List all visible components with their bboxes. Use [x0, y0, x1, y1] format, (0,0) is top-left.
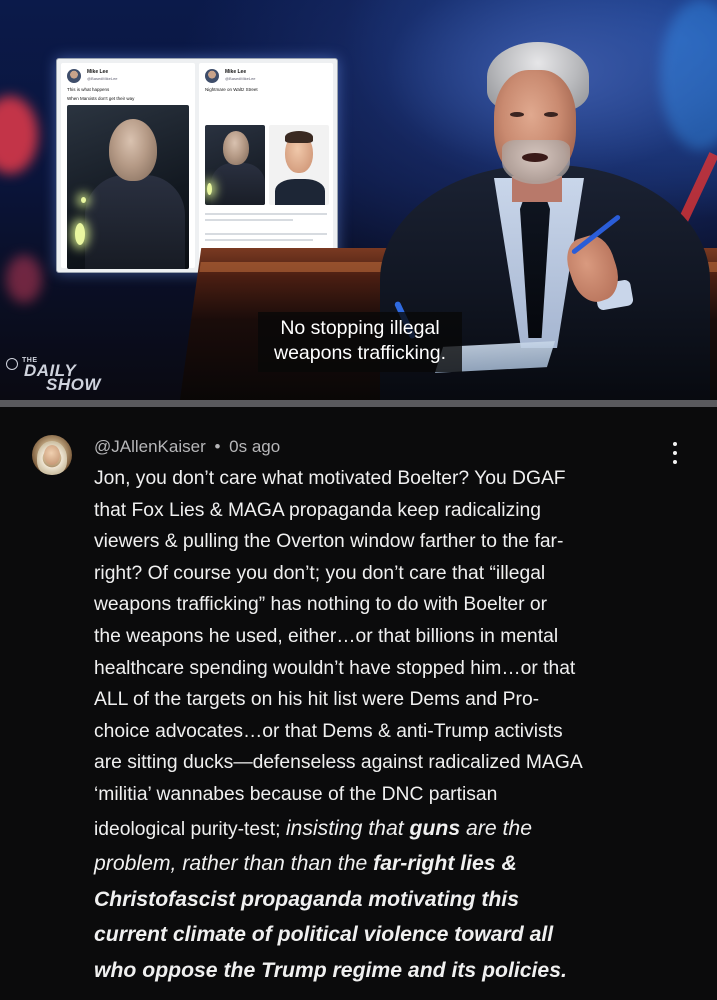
comment-line: ‘militia’ wannabes because of the DNC pa…: [94, 783, 498, 805]
comment-line: right? Of course you don’t; you don’t ca…: [94, 562, 546, 584]
tweet-photo: [269, 125, 329, 205]
comment-text-italic: problem, rather than than the far-right …: [94, 852, 517, 875]
tweet-graphic: Mike Lee @BasedMikeLee This is what happ…: [56, 58, 338, 273]
tweet-text: When Marxists don't get their way: [67, 96, 135, 101]
comment-text-bold-italic: Christofascist propaganda motivating thi…: [94, 887, 519, 911]
tweet-text: This is what happens: [67, 87, 110, 92]
comment-line: Christofascist propaganda motivating thi…: [94, 882, 694, 918]
comment-text-bold-italic: who oppose the Trump regime and its poli…: [94, 958, 567, 982]
tweet-author: Mike Lee: [225, 69, 247, 75]
logo-show: SHOW: [46, 375, 101, 394]
comment-line: that Fox Lies & MAGA propaganda keep rad…: [94, 499, 541, 521]
comment-line: weapons trafficking” has nothing to do w…: [94, 594, 548, 616]
comment-text-plain: ideological purity-test;: [94, 818, 281, 840]
comment-meta: @JAllenKaiser • 0s ago: [94, 435, 280, 459]
comment-line: Jon, you don’t care what motivated Boelt…: [94, 468, 566, 489]
comment-line: ALL of the targets on his hit list were …: [94, 689, 540, 711]
avatar[interactable]: [32, 435, 72, 475]
meta-separator: •: [214, 437, 221, 456]
background-light: [660, 0, 717, 150]
background-light: [6, 255, 42, 303]
tweet-avatar: [205, 69, 219, 83]
comment-line: are sitting ducks—defenseless against ra…: [94, 752, 583, 774]
italic-fragment: insisting that: [285, 816, 404, 840]
video-caption: No stopping illegal weapons trafficking.: [258, 312, 462, 372]
tweet-avatar: [67, 69, 81, 83]
host-eye: [510, 112, 524, 117]
comment-line: current climate of political violence to…: [94, 917, 694, 953]
tweet-author: Mike Lee: [87, 69, 109, 75]
comment: @JAllenKaiser • 0s ago Jon, you don’t ca…: [0, 407, 717, 1000]
comment-line: the weapons he used, either…or that bill…: [94, 625, 559, 647]
comment-line: choice advocates…or that Dems & anti-Tru…: [94, 720, 563, 742]
tweet-handle: @BasedMikeLee: [87, 76, 118, 81]
video-frame[interactable]: Mike Lee @BasedMikeLee This is what happ…: [0, 0, 717, 400]
tweet-photo: [205, 125, 265, 205]
host-beard: [502, 140, 570, 184]
tweet-photo: [67, 105, 189, 269]
comment-time: 0s ago: [229, 437, 281, 456]
tweet-handle: @BasedMikeLee: [225, 76, 256, 81]
comment-line: problem, rather than than the far-right …: [94, 846, 694, 882]
comment-line: who oppose the Trump regime and its poli…: [94, 953, 694, 989]
show-logo: THE DAILY SHOW: [6, 354, 124, 396]
comment-text-italic: insisting that guns are the: [286, 817, 532, 840]
comment-line: healthcare spending wouldn’t have stoppe…: [94, 657, 576, 679]
tweet-text: Nightmare on Waltz Street: [205, 87, 258, 92]
host-eye: [544, 112, 558, 117]
tweet-card: Mike Lee @BasedMikeLee This is what happ…: [61, 63, 195, 269]
comment-text-bold-italic: current climate of political violence to…: [94, 923, 554, 947]
italic-fragment: problem, rather than than the: [94, 852, 368, 876]
caption-line: weapons trafficking.: [274, 342, 446, 364]
comment-line: ideological purity-test; insisting that …: [94, 811, 694, 847]
italic-fragment: are the: [466, 816, 532, 840]
bold-fragment: guns: [409, 816, 461, 840]
logo-circle-icon: [6, 358, 18, 370]
comment-text: Jon, you don’t care what motivated Boelt…: [94, 463, 694, 988]
host-mouth: [522, 153, 548, 162]
comment-line: viewers & pulling the Overton window far…: [94, 531, 564, 553]
bold-fragment: far-right lies &: [373, 852, 517, 876]
divider: [0, 400, 717, 407]
comment-author[interactable]: @JAllenKaiser: [94, 437, 206, 456]
tweet-card: Mike Lee @BasedMikeLee Nightmare on Walt…: [199, 63, 333, 268]
caption-line: No stopping illegal: [280, 317, 440, 339]
background-light: [0, 96, 38, 174]
